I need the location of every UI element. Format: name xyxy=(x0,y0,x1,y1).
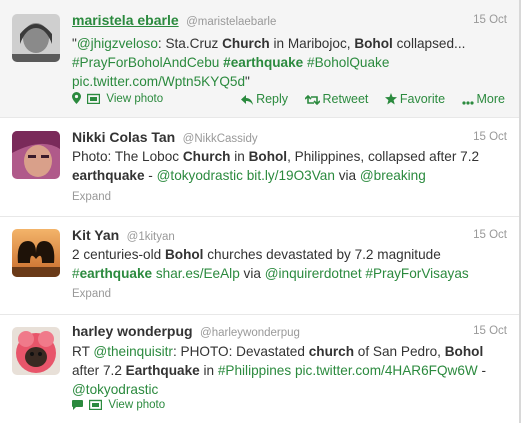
tweet-link[interactable]: @jhigzveloso xyxy=(77,36,158,51)
tweet-item[interactable]: maristela ebarle @maristelaebarle 15 Oct… xyxy=(0,0,519,118)
avatar[interactable] xyxy=(12,327,60,375)
tweet-text-segment: Bohol xyxy=(354,36,393,51)
tweet-text-segment: in xyxy=(199,363,218,378)
tweet-text-segment: - xyxy=(477,363,487,378)
tweet-text-segment: Bohol xyxy=(444,344,484,359)
tweet-text: " @jhigzveloso: Sta.Cruz Church in Maribo… xyxy=(72,34,505,91)
tweet-text-segment: Earthquake xyxy=(125,363,200,378)
tweet-footer[interactable]: View photo xyxy=(72,92,163,107)
tweet-text-segment: , Philippines, collapsed after 7.2 xyxy=(287,149,480,164)
expand-link[interactable]: Expand xyxy=(72,288,111,300)
tweet-link[interactable]: #earthquake xyxy=(223,55,303,70)
tweet-link[interactable]: #BoholQuake xyxy=(307,55,389,70)
tweet-text-segment: via xyxy=(334,168,360,183)
tweet-text-segment: earthquake xyxy=(72,168,145,183)
speech-bubble-icon xyxy=(72,400,83,413)
tweet-text-segment: of San Pedro, xyxy=(354,344,445,359)
tweet-text-segment: Church xyxy=(182,149,231,164)
more-button[interactable]: More xyxy=(461,92,505,106)
photo-icon xyxy=(87,93,101,107)
more-dots-icon xyxy=(461,101,474,105)
tweet-text-segment: via xyxy=(239,266,265,281)
tweet-text-segment: in xyxy=(230,149,249,164)
star-icon xyxy=(384,93,397,105)
tweet-link[interactable]: pic.twitter.com/Wptn5KYQ5d xyxy=(72,74,245,89)
author-name[interactable]: maristela ebarle xyxy=(72,12,179,28)
tweet-timestamp[interactable]: 15 Oct xyxy=(473,325,507,337)
tweet-link[interactable]: @theinquisitr xyxy=(93,344,173,359)
author-handle[interactable]: @maristelaebarle xyxy=(186,16,276,28)
tweet-link[interactable]: @tokyodrastic xyxy=(157,168,243,183)
tweet-text: RT @theinquisitr: PHOTO: Devastated chur… xyxy=(72,342,505,399)
tweet-text: 2 centuries-old Bohol churches devastate… xyxy=(72,245,505,283)
retweet-button[interactable]: Retweet xyxy=(303,92,368,106)
tweet-text-segment: RT xyxy=(72,344,94,359)
tweet-text-segment: 2 centuries-old xyxy=(72,247,165,262)
favorite-button[interactable]: Favorite xyxy=(384,92,445,106)
tweet-item[interactable]: harley wonderpug @harleywonderpug 15 Oct… xyxy=(0,315,519,423)
tweet-text-segment: : PHOTO: Devastated xyxy=(172,344,309,359)
tweet-text-segment: Bohol xyxy=(164,247,204,262)
tweet-text-segment: " xyxy=(245,74,250,89)
map-pin-icon xyxy=(72,92,81,107)
tweet-text-segment: after 7.2 xyxy=(72,363,126,378)
tweet-text-segment: collapsed... xyxy=(392,36,466,51)
photo-icon xyxy=(89,399,103,413)
tweet-link[interactable]: #PrayForVisayas xyxy=(365,266,468,281)
tweet-link[interactable]: shar.es/EeAlp xyxy=(156,266,240,281)
tweet-actions: Reply Retweet Favorite More xyxy=(228,92,505,106)
tweet-text-segment: churches devastated by 7.2 magnitude xyxy=(203,247,441,262)
tweet-link[interactable]: @tokyodrastic xyxy=(72,382,158,397)
tweet-text-segment: Bohol xyxy=(248,149,288,164)
tweet-text-segment: in Maribojoc, xyxy=(269,36,355,51)
view-photo-link[interactable]: View photo xyxy=(108,399,165,411)
tweet-link[interactable]: bit.ly/19O3Van xyxy=(247,168,335,183)
retweet-icon xyxy=(303,94,321,106)
expand-link[interactable]: Expand xyxy=(72,191,111,203)
tweet-footer[interactable]: View photo xyxy=(72,399,165,413)
avatar[interactable] xyxy=(12,14,60,62)
reply-button[interactable]: Reply xyxy=(241,92,288,106)
tweet-link[interactable]: @inquirerdotnet xyxy=(265,266,362,281)
tweet-item[interactable]: Nikki Colas Tan @NikkCassidy 15 Oct Phot… xyxy=(0,118,519,217)
author-handle[interactable]: @NikkCassidy xyxy=(183,133,258,145)
tweet-timestamp[interactable]: 15 Oct xyxy=(473,229,507,241)
tweet-text-segment: Photo: The Loboc xyxy=(72,149,183,164)
tweet-text-segment: : Sta.Cruz xyxy=(157,36,223,51)
avatar[interactable] xyxy=(12,131,60,179)
tweet-text-segment: - xyxy=(144,168,157,183)
tweet-link[interactable]: @breaking xyxy=(360,168,426,183)
view-photo-link[interactable]: View photo xyxy=(106,93,163,105)
tweet-text-segment: church xyxy=(308,344,355,359)
tweet-link[interactable]: # xyxy=(72,266,80,281)
tweet-timestamp[interactable]: 15 Oct xyxy=(473,14,507,26)
tweet-text-segment: Church xyxy=(222,36,270,51)
author-name[interactable]: harley wonderpug xyxy=(72,323,193,339)
tweet-link[interactable]: pic.twitter.com/4HAR6FQw6W xyxy=(295,363,478,378)
tweet-text: Photo: The Loboc Church in Bohol, Philip… xyxy=(72,147,505,185)
author-name[interactable]: Kit Yan xyxy=(72,227,119,243)
author-name[interactable]: Nikki Colas Tan xyxy=(72,129,175,145)
avatar[interactable] xyxy=(12,229,60,277)
author-handle[interactable]: @1kityan xyxy=(127,231,175,243)
reply-arrow-icon xyxy=(241,95,254,105)
tweet-link[interactable]: #Philippines xyxy=(218,363,291,378)
tweet-link[interactable]: earthquake xyxy=(80,266,153,281)
tweet-item[interactable]: Kit Yan @1kityan 15 Oct 2 centuries-old … xyxy=(0,217,519,315)
author-handle[interactable]: @harleywonderpug xyxy=(200,327,300,339)
tweet-timestamp[interactable]: 15 Oct xyxy=(473,131,507,143)
tweet-link[interactable]: #PrayForBoholAndCebu xyxy=(72,55,219,70)
